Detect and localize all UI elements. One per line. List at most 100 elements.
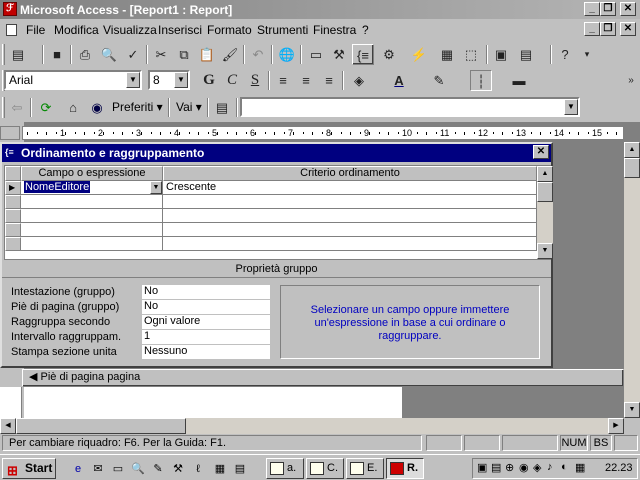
font-name-combo[interactable]: Arial ▼ [4, 70, 142, 90]
undo-icon[interactable]: ↶ [247, 44, 269, 65]
minimize-button[interactable]: _ [584, 2, 600, 16]
menu-modifica[interactable]: Modifica [54, 23, 99, 37]
office-assistant-icon[interactable]: ? [554, 44, 576, 65]
row-selector[interactable] [5, 237, 21, 251]
report-vertical-scrollbar[interactable]: ▲ ▼ [624, 142, 640, 418]
scroll-left-icon[interactable]: ◀ [0, 418, 16, 434]
task-e[interactable]: E. [346, 458, 384, 479]
font-color-icon[interactable]: A [388, 70, 410, 91]
grid-scroll-thumb[interactable] [537, 182, 553, 202]
notepad-icon[interactable]: ✎ [150, 462, 166, 476]
grid-scroll-down-icon[interactable]: ▼ [537, 243, 553, 259]
align-left-icon[interactable]: ≡ [272, 70, 294, 91]
underline-icon[interactable]: S [244, 70, 266, 91]
outlook-icon[interactable]: ✉ [90, 462, 106, 476]
report-horizontal-scrollbar[interactable]: ◀ ▶ [0, 418, 624, 434]
grid-empty-cell[interactable] [163, 209, 537, 223]
address-dropdown-icon[interactable]: ▼ [564, 99, 578, 115]
desktop-icon[interactable]: ▭ [110, 462, 126, 476]
page-footer-band[interactable]: ◀ Piè di pagina pagina [22, 369, 624, 387]
group-on-field[interactable]: Ogni valore [142, 315, 270, 329]
restore-button[interactable]: ❐ [600, 2, 616, 16]
menu-file[interactable]: File [26, 23, 45, 37]
font-size-dropdown-icon[interactable]: ▼ [174, 72, 188, 88]
scroll-down-icon[interactable]: ▼ [624, 402, 640, 418]
doc-restore-button[interactable]: ❐ [600, 22, 616, 36]
close-button[interactable]: ✕ [620, 2, 636, 16]
cut-icon[interactable]: ✂ [150, 44, 172, 65]
task-c[interactable]: C. [306, 458, 344, 479]
control-icon[interactable]: ▦ [212, 462, 228, 476]
properties-icon[interactable]: ▦ [436, 44, 458, 65]
group-interval-field[interactable]: 1 [142, 330, 270, 344]
grid-empty-cell[interactable] [21, 237, 163, 251]
scroll-up-icon[interactable]: ▲ [624, 142, 640, 158]
menu-finestra[interactable]: Finestra [313, 23, 356, 37]
grid-vertical-scrollbar[interactable]: ▲ ▼ [537, 166, 553, 259]
dialog-title-bar[interactable]: {≡ Ordinamento e raggruppamento ✕ [2, 144, 551, 162]
search-icon[interactable]: 🔍 [130, 462, 146, 476]
clock[interactable]: 22.23 [605, 462, 633, 474]
font-size-combo[interactable]: 8 ▼ [148, 70, 190, 90]
folder-icon[interactable]: ▤ [232, 462, 248, 476]
ie-icon[interactable]: e [70, 462, 86, 476]
save-icon[interactable]: ■ [46, 44, 68, 65]
grid-empty-cell[interactable] [21, 223, 163, 237]
address-combo[interactable]: ▼ [240, 97, 580, 117]
new-object-icon[interactable]: ▤ [515, 44, 537, 65]
page-footer-section[interactable] [24, 387, 402, 418]
menu-formato[interactable]: Formato [207, 23, 252, 37]
italic-icon[interactable]: C [221, 70, 243, 91]
row-selector[interactable] [5, 209, 21, 223]
grid-field-cell[interactable]: NomeEditore ▼ [21, 181, 163, 195]
border-width-icon[interactable]: ┆ [470, 70, 492, 91]
copy-icon[interactable]: ⧉ [173, 44, 195, 65]
back-icon[interactable]: ⇦ [6, 97, 28, 118]
grid-empty-cell[interactable] [21, 195, 163, 209]
paste-icon[interactable]: 📋 [196, 44, 218, 65]
menu-help[interactable]: ? [362, 23, 369, 37]
code-icon[interactable]: ⚡ [408, 44, 430, 65]
toolbox-icon[interactable]: ⚒ [328, 44, 350, 65]
refresh-icon[interactable]: ⟳ [35, 97, 57, 118]
show-only-web-toolbar-icon[interactable]: ▤ [211, 97, 233, 118]
access-app-icon[interactable]: ℱ [3, 2, 17, 16]
tray-icon[interactable]: ▦ [575, 461, 585, 474]
print-preview-icon[interactable]: 🔍 [98, 44, 120, 65]
network-icon[interactable]: ⊕ [505, 461, 514, 474]
row-selector[interactable] [5, 195, 21, 209]
grid-order-cell[interactable]: Crescente [163, 181, 537, 195]
special-effect-icon[interactable]: ▬ [508, 70, 530, 91]
sorting-grouping-icon[interactable]: {≡ [352, 44, 374, 65]
field-dropdown-icon[interactable]: ▼ [150, 181, 162, 194]
favorites-menu[interactable]: Preferiti ▾ [112, 100, 163, 114]
menu-strumenti[interactable]: Strumenti [257, 23, 308, 37]
tray-icon[interactable]: ◈ [533, 461, 541, 474]
tray-icon[interactable]: ▣ [477, 461, 487, 474]
task-word[interactable]: a. [266, 458, 304, 479]
doc-close-button[interactable]: ✕ [620, 22, 636, 36]
grid-scroll-up-icon[interactable]: ▲ [537, 166, 553, 182]
tools-icon[interactable]: ⚒ [170, 462, 186, 476]
toolbar-options-icon[interactable]: ▾ [576, 44, 598, 65]
database-window-icon[interactable]: ▣ [490, 44, 512, 65]
grid-empty-cell[interactable] [163, 237, 537, 251]
grid-empty-cell[interactable] [21, 209, 163, 223]
group-header-field[interactable]: No [142, 285, 270, 299]
font-dropdown-icon[interactable]: ▼ [126, 72, 140, 88]
tray-icon[interactable]: ◉ [519, 461, 529, 474]
start-button[interactable]: ⊞ Start [2, 458, 56, 479]
toolbar-more-icon[interactable]: » [624, 70, 638, 91]
scroll-thumb[interactable] [624, 158, 640, 178]
keep-together-field[interactable]: Nessuno [142, 345, 270, 359]
tray-icon[interactable]: ◐ [561, 461, 568, 473]
volume-icon[interactable]: ♪ [547, 461, 553, 473]
report-doc-icon[interactable] [6, 24, 17, 36]
scroll-right-icon[interactable]: ▶ [608, 418, 624, 434]
hyperlink-icon[interactable]: 🌐 [276, 44, 298, 65]
tray-icon[interactable]: ▤ [491, 461, 501, 474]
current-row-selector[interactable]: ▶ [5, 181, 21, 195]
print-icon[interactable]: ⎙ [74, 44, 96, 65]
align-center-icon[interactable]: ≡ [295, 70, 317, 91]
dialog-close-button[interactable]: ✕ [533, 145, 549, 159]
